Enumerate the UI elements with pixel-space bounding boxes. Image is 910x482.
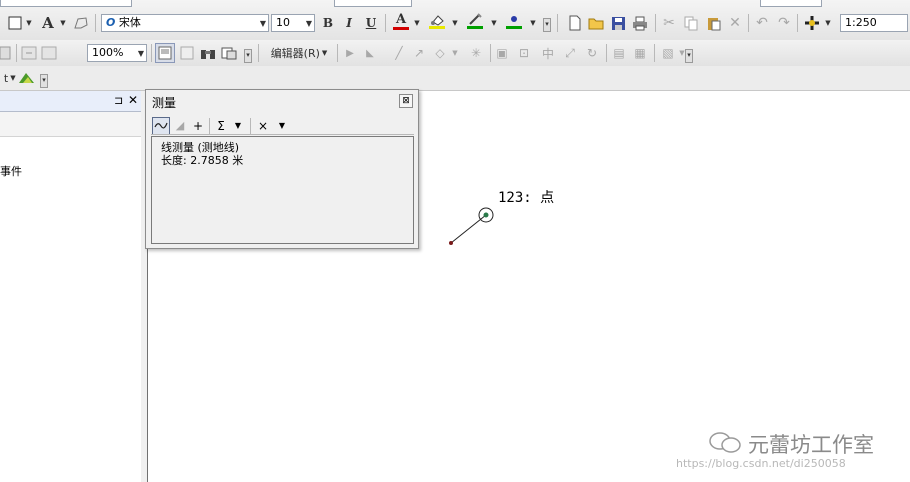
- point-label: 123: 点: [498, 190, 555, 206]
- measure-dialog-title: 测量: [152, 96, 177, 110]
- measure-toolbar: ◢ + Σ ▼ × ▼: [152, 117, 412, 135]
- measure-dialog: 测量 ⊠ ◢ + Σ ▼ × ▼ 线测量 (测地线) 长度: 2.7858 米: [145, 89, 419, 249]
- measure-line-button[interactable]: [152, 117, 170, 135]
- chevron-down-icon[interactable]: ▼: [276, 117, 288, 135]
- separator: [209, 118, 210, 134]
- chevron-down-icon[interactable]: ▼: [232, 117, 244, 135]
- watermark-url: https://blog.csdn.net/di250058: [676, 457, 846, 470]
- separator: [250, 118, 251, 134]
- map-canvas[interactable]: [0, 0, 910, 482]
- clear-button[interactable]: ×: [256, 117, 270, 135]
- measure-result-length: 长度: 2.7858 米: [161, 154, 244, 167]
- measure-result-type: 线测量 (测地线): [161, 141, 240, 154]
- measure-area-icon[interactable]: ◢: [172, 117, 188, 135]
- separator: [151, 134, 414, 135]
- measure-result-box: 线测量 (测地线) 长度: 2.7858 米: [151, 136, 414, 244]
- close-icon[interactable]: ⊠: [399, 94, 413, 108]
- sum-button[interactable]: Σ: [214, 117, 228, 135]
- watermark-brand: 元蕾坊工作室: [748, 433, 874, 457]
- wechat-icon: [708, 430, 744, 457]
- measure-end-point: [483, 212, 489, 218]
- measure-feature-icon[interactable]: +: [190, 117, 206, 135]
- measure-start-point: [449, 241, 453, 245]
